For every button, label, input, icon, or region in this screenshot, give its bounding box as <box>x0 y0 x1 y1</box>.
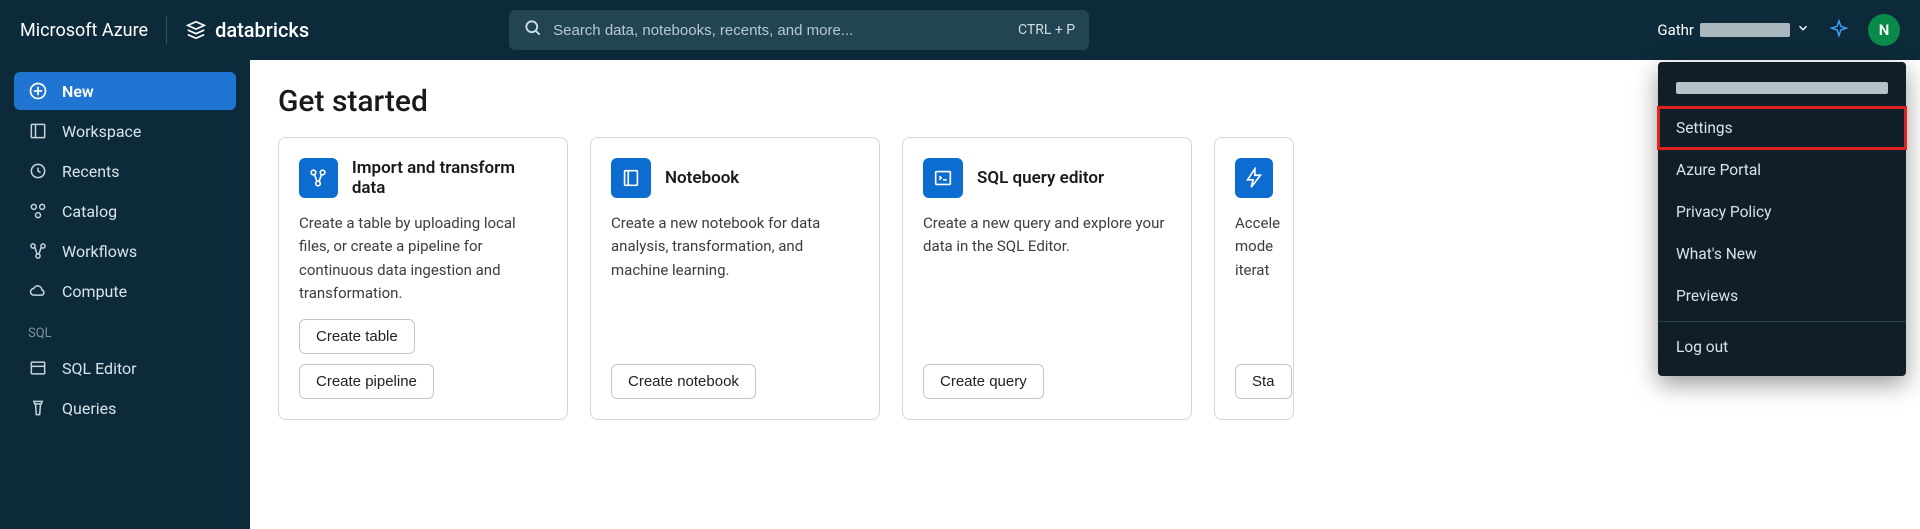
sql-editor-icon <box>28 358 48 378</box>
create-table-button[interactable]: Create table <box>299 319 415 354</box>
brand-databricks: databricks <box>185 18 309 42</box>
create-notebook-button[interactable]: Create notebook <box>611 364 756 399</box>
card-description: Create a new query and explore your data… <box>923 212 1171 350</box>
user-dropdown: Settings Azure Portal Privacy Policy Wha… <box>1658 62 1906 376</box>
dropdown-item-settings[interactable]: Settings <box>1658 107 1906 149</box>
dropdown-item-label: Previews <box>1676 287 1738 305</box>
sidebar-item-queries[interactable]: Queries <box>14 389 236 427</box>
dropdown-user-header <box>1658 70 1906 107</box>
sidebar-item-label: Recents <box>62 162 120 181</box>
brand-databricks-text: databricks <box>215 18 309 42</box>
workflows-icon <box>28 241 48 261</box>
import-data-icon <box>299 158 338 198</box>
sidebar-item-label: Catalog <box>62 202 117 221</box>
search-input[interactable] <box>553 22 1008 39</box>
sidebar-new-label: New <box>62 82 94 101</box>
card-notebook: Notebook Create a new notebook for data … <box>590 137 880 420</box>
dropdown-item-whats-new[interactable]: What's New <box>1658 233 1906 275</box>
workspace-icon <box>28 121 48 141</box>
user-name-redacted <box>1700 23 1790 37</box>
card-title: SQL query editor <box>977 168 1104 188</box>
clock-icon <box>28 161 48 181</box>
sidebar-item-workspace[interactable]: Workspace <box>14 112 236 150</box>
sidebar-section-sql: SQL <box>14 312 236 347</box>
sidebar-item-compute[interactable]: Compute <box>14 272 236 310</box>
avatar-initial: N <box>1879 21 1890 39</box>
header-right: Gathr N <box>1657 14 1900 46</box>
chevron-down-icon <box>1796 21 1810 39</box>
create-pipeline-button[interactable]: Create pipeline <box>299 364 434 399</box>
sidebar-item-catalog[interactable]: Catalog <box>14 192 236 230</box>
sidebar-item-label: Workflows <box>62 242 137 261</box>
queries-icon <box>28 398 48 418</box>
dropdown-item-label: Settings <box>1676 119 1733 137</box>
card-partial-text: Accele <box>1235 214 1280 232</box>
sidebar-item-label: Workspace <box>62 122 141 141</box>
dropdown-separator <box>1658 321 1906 322</box>
sidebar-item-label: Compute <box>62 282 127 301</box>
card-description: Accele mode iterat <box>1235 212 1273 350</box>
user-name-prefix: Gathr <box>1657 21 1694 39</box>
partial-button[interactable]: Sta <box>1235 364 1292 399</box>
top-header: Microsoft Azure databricks CTRL + P Gath… <box>0 0 1920 60</box>
search-shortcut-label: CTRL + P <box>1018 22 1075 38</box>
dropdown-item-label: What's New <box>1676 245 1757 263</box>
card-title: Import and transform data <box>352 158 547 198</box>
dropdown-item-azure-portal[interactable]: Azure Portal <box>1658 149 1906 191</box>
sidebar-item-workflows[interactable]: Workflows <box>14 232 236 270</box>
sql-query-icon <box>923 158 963 198</box>
lightning-icon <box>1235 158 1273 198</box>
dropdown-item-label: Log out <box>1676 338 1728 356</box>
card-partial: Accele mode iterat Sta <box>1214 137 1294 420</box>
card-partial-text: mode <box>1235 237 1273 255</box>
dropdown-item-previews[interactable]: Previews <box>1658 275 1906 317</box>
sidebar-new-button[interactable]: New <box>14 72 236 110</box>
search-box[interactable]: CTRL + P <box>509 10 1089 50</box>
dropdown-item-privacy-policy[interactable]: Privacy Policy <box>1658 191 1906 233</box>
card-title: Notebook <box>665 168 739 188</box>
plus-circle-icon <box>28 81 48 101</box>
card-import-transform: Import and transform data Create a table… <box>278 137 568 420</box>
dropdown-item-label: Azure Portal <box>1676 161 1761 179</box>
avatar[interactable]: N <box>1868 14 1900 46</box>
card-description: Create a new notebook for data analysis,… <box>611 212 859 350</box>
sparkle-icon[interactable] <box>1828 19 1850 41</box>
brand-microsoft-azure: Microsoft Azure <box>20 20 148 41</box>
cards-row: Import and transform data Create a table… <box>278 137 1892 420</box>
notebook-icon <box>611 158 651 198</box>
catalog-icon <box>28 201 48 221</box>
dropdown-item-logout[interactable]: Log out <box>1658 326 1906 368</box>
create-query-button[interactable]: Create query <box>923 364 1044 399</box>
card-description: Create a table by uploading local files,… <box>299 212 547 305</box>
sidebar-item-label: Queries <box>62 399 116 418</box>
sidebar-item-label: SQL Editor <box>62 359 137 378</box>
user-menu-trigger[interactable]: Gathr <box>1657 21 1810 39</box>
sidebar-item-sql-editor[interactable]: SQL Editor <box>14 349 236 387</box>
dropdown-user-redacted <box>1676 82 1888 94</box>
card-sql-editor: SQL query editor Create a new query and … <box>902 137 1192 420</box>
sidebar: New Workspace Recents Catalog Workflows … <box>0 60 250 529</box>
brand-divider <box>166 16 167 44</box>
dropdown-item-label: Privacy Policy <box>1676 203 1771 221</box>
databricks-logo-icon <box>185 19 207 41</box>
sidebar-item-recents[interactable]: Recents <box>14 152 236 190</box>
card-partial-text: iterat <box>1235 261 1269 279</box>
page-title: Get started <box>278 84 1892 119</box>
search-icon <box>523 18 543 42</box>
cloud-icon <box>28 281 48 301</box>
